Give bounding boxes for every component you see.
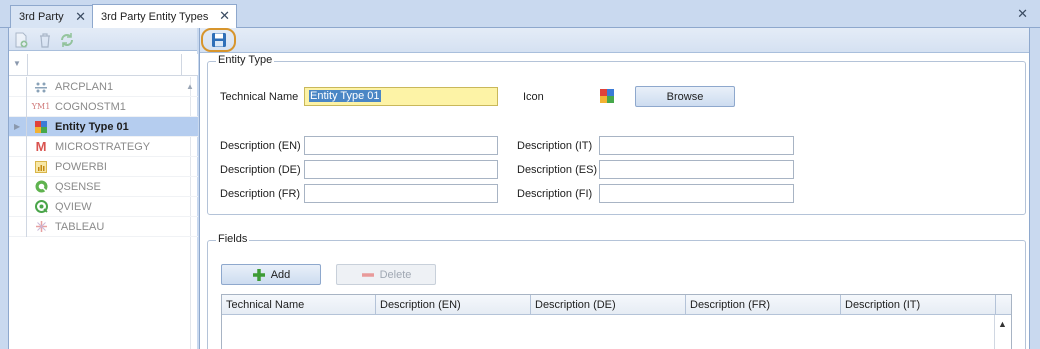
description-fr-field[interactable] xyxy=(304,184,498,203)
tab-label: 3rd Party Entity Types xyxy=(101,10,209,23)
qview-icon xyxy=(27,200,55,213)
powerbi-icon xyxy=(27,160,55,173)
column-header-technical-name[interactable]: Technical Name xyxy=(222,295,376,315)
list-item-label: MICROSTRATEGY xyxy=(55,140,151,153)
table-header: Technical Name Description (EN) Descript… xyxy=(222,295,1011,315)
close-icon[interactable]: ✕ xyxy=(219,9,230,23)
filter-icon[interactable]: ▼ xyxy=(13,59,21,68)
description-fi-field[interactable] xyxy=(599,184,794,203)
list-item-label: Entity Type 01 xyxy=(55,120,129,133)
current-row-indicator-icon: ▶ xyxy=(14,121,21,131)
description-es-label: Description (ES) xyxy=(517,164,598,176)
description-de-field[interactable] xyxy=(304,160,498,179)
add-document-icon[interactable] xyxy=(13,32,29,48)
add-button[interactable]: Add xyxy=(221,264,321,285)
browse-button[interactable]: Browse xyxy=(635,86,735,107)
description-it-label: Description (IT) xyxy=(517,140,593,152)
puzzle-icon xyxy=(27,120,55,134)
list-item[interactable]: QSENSE xyxy=(9,176,198,197)
puzzle-icon xyxy=(600,89,614,103)
list-item[interactable]: ▶ Entity Type 01 xyxy=(9,116,198,137)
column-header-description-it[interactable]: Description (IT) xyxy=(841,295,996,315)
description-en-label: Description (EN) xyxy=(220,140,301,152)
plus-icon xyxy=(252,268,265,281)
save-button[interactable] xyxy=(201,28,236,52)
left-toolbar xyxy=(9,28,197,51)
list-item-label: QSENSE xyxy=(55,180,101,193)
table-scrollbar[interactable]: ▲ xyxy=(994,315,1011,349)
description-de-label: Description (DE) xyxy=(220,164,301,176)
microstrategy-icon: M xyxy=(35,139,47,154)
tab-3rd-party-entity-types[interactable]: 3rd Party Entity Types ✕ xyxy=(92,4,237,28)
tableau-icon xyxy=(27,220,55,233)
icon-label: Icon xyxy=(523,91,544,103)
qsense-icon xyxy=(27,180,55,193)
list-item-label: COGNOSTM1 xyxy=(55,100,126,113)
minus-icon xyxy=(361,272,374,277)
description-es-field[interactable] xyxy=(599,160,794,179)
description-fr-label: Description (FR) xyxy=(220,188,301,200)
technical-name-label: Technical Name xyxy=(220,91,299,103)
list-item-label: QVIEW xyxy=(55,200,92,213)
entity-type-detail-panel: Entity Type Technical Name Entity Type 0… xyxy=(199,28,1030,349)
column-header-description-fr[interactable]: Description (FR) xyxy=(686,295,841,315)
close-all-icon[interactable]: ✕ xyxy=(1017,6,1028,22)
document-tab-strip: 3rd Party ✕ 3rd Party Entity Types ✕ ✕ xyxy=(0,0,1040,28)
list-item[interactable]: ARCPLAN1 xyxy=(9,76,198,97)
entity-type-group: Entity Type Technical Name Entity Type 0… xyxy=(207,54,1026,215)
list-item[interactable]: QVIEW xyxy=(9,196,198,217)
entity-type-list: ARCPLAN1 YM1 COGNOSTM1 ▶ Entity Type 01 … xyxy=(9,76,198,237)
list-item[interactable]: POWERBI xyxy=(9,156,198,177)
column-header-description-en[interactable]: Description (EN) xyxy=(376,295,531,315)
description-it-field[interactable] xyxy=(599,136,794,155)
fields-table: Technical Name Description (EN) Descript… xyxy=(221,294,1012,349)
technical-name-field[interactable]: Entity Type 01 xyxy=(304,87,498,106)
save-icon xyxy=(211,33,226,47)
group-title: Fields xyxy=(216,233,250,245)
list-item[interactable]: YM1 COGNOSTM1 xyxy=(9,96,198,117)
list-filter-row[interactable]: ▼ xyxy=(9,54,198,76)
trash-icon[interactable] xyxy=(37,32,53,48)
column-header-description-de[interactable]: Description (DE) xyxy=(531,295,686,315)
detail-toolbar xyxy=(200,28,1029,53)
cognos-icon: YM1 xyxy=(31,102,51,111)
group-title: Entity Type xyxy=(216,54,275,66)
delete-button[interactable]: Delete xyxy=(336,264,436,285)
tab-3rd-party[interactable]: 3rd Party ✕ xyxy=(10,5,93,28)
description-fi-label: Description (FI) xyxy=(517,188,593,200)
close-icon[interactable]: ✕ xyxy=(75,10,86,24)
tab-label: 3rd Party xyxy=(19,11,64,23)
list-item-label: POWERBI xyxy=(55,160,107,173)
list-item[interactable]: M MICROSTRATEGY xyxy=(9,136,198,157)
list-item[interactable]: TABLEAU xyxy=(9,216,198,237)
arcplan-icon xyxy=(27,81,55,93)
refresh-icon[interactable] xyxy=(59,32,75,48)
description-en-field[interactable] xyxy=(304,136,498,155)
list-item-label: ARCPLAN1 xyxy=(55,80,114,93)
entity-type-list-panel: ▼ ▲ ARCPLAN1 YM1 COGNOSTM1 ▶ Entity Type… xyxy=(8,28,198,349)
scroll-up-icon[interactable]: ▲ xyxy=(998,319,1007,329)
list-item-label: TABLEAU xyxy=(55,220,105,233)
